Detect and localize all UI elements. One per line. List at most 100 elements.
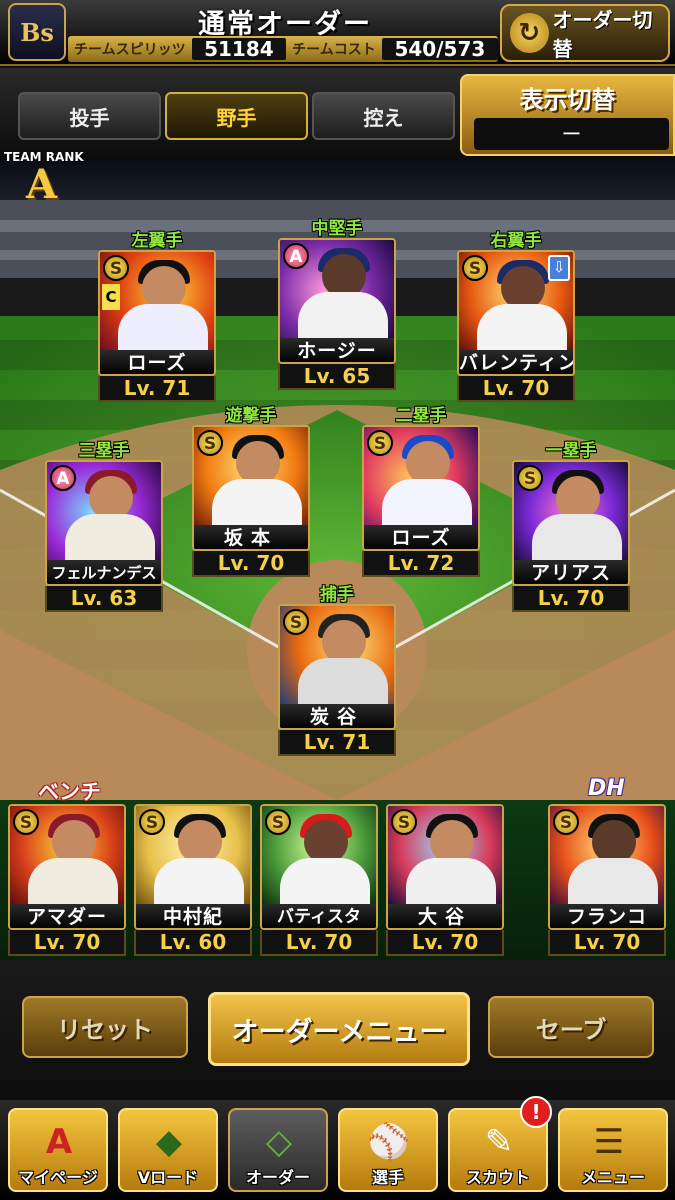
rank-badge: S <box>283 609 309 635</box>
player-card-first-base[interactable]: 一塁手 S アリアス Lv. 70 <box>512 436 630 612</box>
player-level: Lv. 71 <box>278 730 396 756</box>
player-card-right-field[interactable]: 右翼手 S ⇩ バレンティン Lv. 70 <box>457 226 575 402</box>
player-card: S C ローズ <box>98 250 216 376</box>
page-title: 通常オーダー <box>198 9 372 40</box>
player-name: バレンティン <box>459 350 573 374</box>
nav-label: 選手 <box>371 1168 404 1187</box>
stadium-icon: ◆ <box>155 1122 183 1162</box>
tab-pitcher[interactable]: 投手 <box>18 92 161 140</box>
player-card-third-base[interactable]: 三塁手 A フェルナンデス Lv. 63 <box>45 436 163 612</box>
header: Bs 通常オーダー チームスピリッツ 51184 チームコスト 540/573 … <box>0 0 675 66</box>
player-card-center-field[interactable]: 中堅手 A ホージー Lv. 65 <box>278 214 396 390</box>
tab-fielder[interactable]: 野手 <box>165 92 308 140</box>
team-stats-bar: チームスピリッツ 51184 チームコスト 540/573 <box>68 36 498 62</box>
player-name: アマダー <box>10 904 124 928</box>
position-label: 二塁手 <box>395 406 447 426</box>
player-name: 坂本 <box>194 525 308 549</box>
player-level: Lv. 72 <box>362 551 480 577</box>
nav-vroad[interactable]: ◆ Vロード <box>118 1108 218 1192</box>
player-card: S アリアス <box>512 460 630 586</box>
player-level: Lv. 60 <box>134 930 252 956</box>
mypage-icon: A <box>45 1122 73 1162</box>
nav-label: メニュー <box>580 1168 645 1187</box>
player-level: Lv. 70 <box>386 930 504 956</box>
rank-badge: S <box>517 465 543 491</box>
field-icon: ◇ <box>265 1122 293 1162</box>
rank-badge: S <box>103 255 129 281</box>
player-level: Lv. 70 <box>8 930 126 956</box>
player-level: Lv. 70 <box>457 376 575 402</box>
scout-notification-badge: ! <box>520 1096 552 1128</box>
rank-badge: S <box>265 809 291 835</box>
player-card: S ローズ <box>362 425 480 551</box>
player-card-catcher[interactable]: 捕手 S 炭谷 Lv. 71 <box>278 580 396 756</box>
reset-button[interactable]: リセット <box>22 996 188 1058</box>
player-name: フランコ <box>550 904 664 928</box>
save-button[interactable]: セーブ <box>488 996 654 1058</box>
player-level: Lv. 70 <box>192 551 310 577</box>
dh-player-card[interactable]: S フランコ Lv. 70 <box>548 780 666 956</box>
display-switch-label: 表示切替 <box>519 86 616 114</box>
nav-mypage[interactable]: A マイページ <box>8 1108 108 1192</box>
player-card: S 大谷 <box>386 804 504 930</box>
order-screen: Bs 通常オーダー チームスピリッツ 51184 チームコスト 540/573 … <box>0 0 675 1200</box>
bench-player-card[interactable]: S 大谷 Lv. 70 <box>386 780 504 956</box>
team-logo: Bs <box>8 3 66 61</box>
team-cost-value: 540/573 <box>381 38 498 60</box>
order-switch-button[interactable]: ↻ オーダー切替 <box>500 4 670 62</box>
player-card-shortstop[interactable]: 遊撃手 S 坂本 Lv. 70 <box>192 401 310 577</box>
display-switch-value: ー <box>474 118 669 150</box>
player-name: フェルナンデス <box>47 560 161 584</box>
player-name: 中村紀 <box>136 904 250 928</box>
refresh-icon: ↻ <box>510 13 549 53</box>
player-name: アリアス <box>514 560 628 584</box>
tab-bar: 投手 野手 控え 表示切替 ー <box>0 68 675 160</box>
team-cost-label: チームコスト <box>292 42 376 58</box>
player-name: バティスタ <box>262 904 376 928</box>
player-card: S バティスタ <box>260 804 378 930</box>
player-card: S ⇩ バレンティン <box>457 250 575 376</box>
scout-icon: ✎ <box>484 1122 514 1162</box>
nav-label: オーダー <box>245 1168 310 1187</box>
player-card: S 炭谷 <box>278 604 396 730</box>
player-name: 大谷 <box>388 904 502 928</box>
player-card: S 中村紀 <box>134 804 252 930</box>
player-name: 炭谷 <box>280 704 394 728</box>
rank-badge: S <box>139 809 165 835</box>
nav-order[interactable]: ◇ オーダー <box>228 1108 328 1192</box>
nav-label: スカウト <box>465 1168 530 1187</box>
nav-player[interactable]: ⚾ 選手 <box>338 1108 438 1192</box>
bench-player-card[interactable]: S 中村紀 Lv. 60 <box>134 780 252 956</box>
player-name: ローズ <box>100 350 214 374</box>
team-spirit-label: チームスピリッツ <box>74 42 186 58</box>
position-label: 遊撃手 <box>225 406 277 426</box>
player-card-second-base[interactable]: 二塁手 S ローズ Lv. 72 <box>362 401 480 577</box>
player-card: S アマダー <box>8 804 126 930</box>
rank-badge: S <box>553 809 579 835</box>
player-name: ローズ <box>364 525 478 549</box>
player-level: Lv. 71 <box>98 376 216 402</box>
display-switch-button[interactable]: 表示切替 ー <box>460 74 675 156</box>
rank-badge: S <box>13 809 39 835</box>
position-label: 中堅手 <box>311 219 363 239</box>
position-label: 一塁手 <box>545 441 597 461</box>
rank-badge: S <box>367 430 393 456</box>
player-card-left-field[interactable]: 左翼手 S C ローズ Lv. 71 <box>98 226 216 402</box>
rank-badge: S <box>391 809 417 835</box>
order-switch-label: オーダー切替 <box>552 8 653 61</box>
rank-badge: A <box>283 243 309 269</box>
player-card: S フランコ <box>548 804 666 930</box>
player-name: ホージー <box>280 338 394 362</box>
captain-badge: C <box>102 284 120 310</box>
position-label: 左翼手 <box>131 231 183 251</box>
dh-label: DH <box>588 776 625 801</box>
nav-label: Vロード <box>137 1168 199 1187</box>
nav-menu[interactable]: ☰ メニュー <box>558 1108 668 1192</box>
rank-badge: S <box>462 255 488 281</box>
bench-player-card[interactable]: S アマダー Lv. 70 <box>8 780 126 956</box>
order-menu-button[interactable]: オーダーメニュー <box>208 992 470 1066</box>
player-card: A フェルナンデス <box>45 460 163 586</box>
player-level: Lv. 70 <box>260 930 378 956</box>
tab-reserve[interactable]: 控え <box>312 92 455 140</box>
bench-player-card[interactable]: S バティスタ Lv. 70 <box>260 780 378 956</box>
